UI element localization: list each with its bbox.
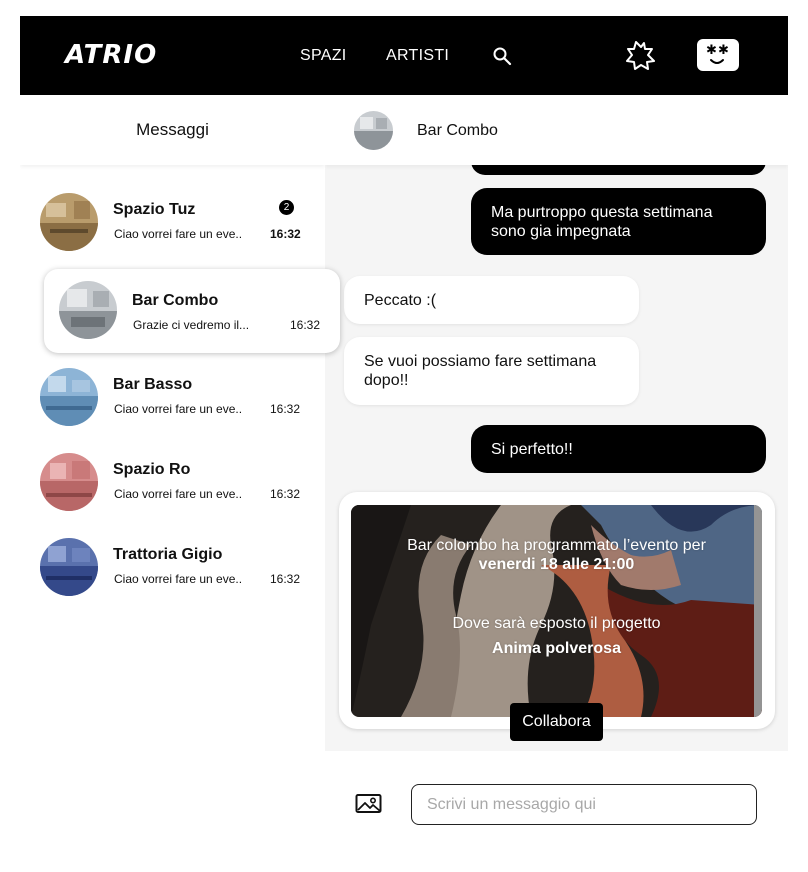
conversation-bar-combo[interactable]: Bar Combo Grazie ci vedremo il... 16:32	[44, 269, 340, 353]
svg-text:✱: ✱	[706, 43, 717, 58]
message-bubble-received: Se vuoi possiamo fare settimana dopo!!	[344, 337, 639, 405]
conversation-name: Trattoria Gigio	[113, 546, 223, 563]
event-announcement: Bar colombo ha programmato l’evento per	[407, 537, 706, 554]
event-artwork-image: Bar colombo ha programmato l’evento per …	[351, 505, 762, 717]
nav-artisti[interactable]: ARTISTI	[386, 47, 449, 65]
avatar-face-icon[interactable]: ✱ ✱	[697, 39, 739, 71]
app-frame: ATRIO SPAZI ARTISTI ✱ ✱ Messaggi Spazio …	[20, 16, 788, 852]
conversation-preview: Ciao vorrei fare un eve..	[114, 227, 243, 241]
avatar	[59, 281, 117, 339]
event-project-name: Anima polverosa	[492, 640, 621, 657]
message-bubble-sent: Ma purtroppo questa settimana sono gia i…	[471, 188, 766, 255]
conversation-time: 16:32	[270, 227, 301, 241]
conversation-time: 16:32	[270, 487, 301, 501]
conversation-name: Spazio Tuz	[113, 201, 196, 218]
conversation-preview: Ciao vorrei fare un eve..	[114, 402, 243, 416]
chat-panel: Bar Combo Ma purtroppo questa settimana …	[325, 95, 788, 852]
conversation-time: 16:32	[270, 402, 301, 416]
svg-text:✱: ✱	[718, 43, 729, 58]
message-bubble-sent: Si perfetto!!	[471, 425, 766, 473]
conversation-time: 16:32	[290, 318, 321, 332]
collabora-button[interactable]: Collabora	[510, 703, 603, 741]
avatar	[40, 538, 98, 596]
search-icon[interactable]	[492, 46, 514, 68]
nav-spazi[interactable]: SPAZI	[300, 47, 347, 65]
event-project-label: Dove sarà esposto il progetto	[452, 615, 661, 632]
chat-contact-name: Bar Combo	[417, 122, 498, 139]
top-navbar: ATRIO SPAZI ARTISTI ✱ ✱	[20, 16, 788, 95]
star-profile-icon[interactable]	[622, 39, 658, 71]
message-bubble-received: Peccato :(	[344, 276, 639, 324]
atrio-logo[interactable]: ATRIO	[65, 40, 157, 70]
event-card: Bar colombo ha programmato l’evento per …	[339, 492, 775, 729]
avatar	[40, 453, 98, 511]
conversation-name: Bar Combo	[132, 292, 219, 309]
unread-badge: 2	[279, 200, 294, 215]
conversation-preview: Grazie ci vedremo il...	[133, 318, 250, 332]
conversation-sidebar: Messaggi Spazio Tuz 2 Ciao vorrei fare u…	[20, 95, 325, 852]
conversation-trattoria-gigio[interactable]: Trattoria Gigio Ciao vorrei fare un eve.…	[20, 530, 325, 606]
avatar	[40, 368, 98, 426]
sidebar-title: Messaggi	[20, 95, 325, 165]
conversation-spazio-tuz[interactable]: Spazio Tuz 2 Ciao vorrei fare un eve.. 1…	[20, 185, 325, 261]
conversation-name: Spazio Ro	[113, 461, 191, 478]
avatar	[40, 193, 98, 251]
contact-avatar	[354, 111, 393, 150]
conversation-preview: Ciao vorrei fare un eve..	[114, 572, 243, 586]
event-date: venerdi 18 alle 21:00	[478, 556, 635, 573]
conversation-name: Bar Basso	[113, 376, 193, 393]
image-attach-icon[interactable]	[355, 792, 383, 814]
chat-header: Bar Combo	[325, 95, 788, 165]
conversation-spazio-ro[interactable]: Spazio Ro Ciao vorrei fare un eve.. 16:3…	[20, 445, 325, 521]
message-input[interactable]	[411, 784, 757, 825]
conversation-bar-basso[interactable]: Bar Basso Ciao vorrei fare un eve.. 16:3…	[20, 360, 325, 436]
conversation-time: 16:32	[270, 572, 301, 586]
conversation-preview: Ciao vorrei fare un eve..	[114, 487, 243, 501]
message-composer	[325, 751, 788, 852]
